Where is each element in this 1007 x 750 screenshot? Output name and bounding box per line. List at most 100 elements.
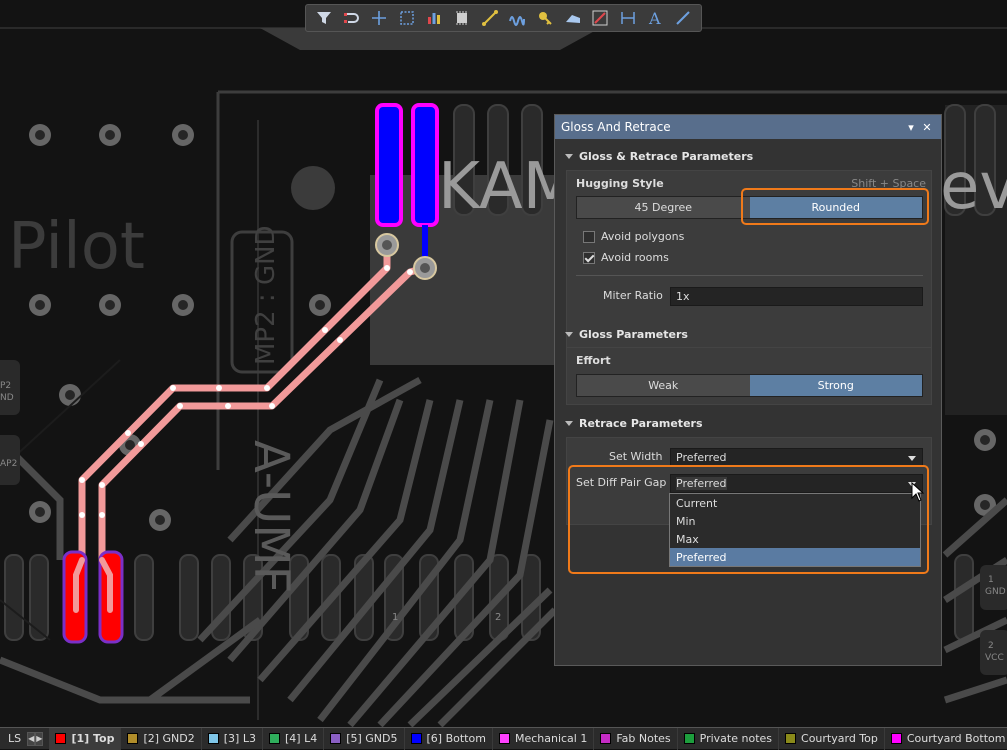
layer-color-swatch: [55, 733, 67, 744]
layer-tab-label: [5] GND5: [346, 732, 398, 745]
mouse-cursor-icon: [911, 482, 925, 502]
layer-tab-l4[interactable]: [4] L4: [263, 727, 325, 750]
dimension-icon[interactable]: [614, 6, 642, 30]
silkscreen-evo: ev: [940, 150, 1007, 224]
layer-tab-label: [3] L3: [223, 732, 256, 745]
pad-label-2: 2: [495, 612, 501, 623]
hugging-45-degree-button[interactable]: 45 Degree: [577, 197, 750, 218]
pin-dropdown-icon[interactable]: ▾: [903, 121, 919, 134]
section-gloss-header[interactable]: Gloss Parameters: [565, 328, 688, 341]
collapse-triangle-icon: [565, 421, 573, 426]
effort-strong-button[interactable]: Strong: [749, 375, 922, 396]
set-diff-pair-gap-label: Set Diff Pair Gap: [576, 476, 667, 489]
option-preferred[interactable]: Preferred: [670, 548, 920, 566]
component-icon[interactable]: [448, 6, 476, 30]
set-diff-pair-gap-value: Preferred: [676, 477, 727, 490]
dropdown-arrow-icon: [908, 456, 916, 461]
label-right-vcc: VCC: [985, 653, 1004, 663]
section-retrace-header[interactable]: Retrace Parameters: [565, 417, 703, 430]
layer-color-swatch: [410, 733, 422, 744]
option-min[interactable]: Min: [670, 512, 920, 530]
layer-tab-mechanical-1[interactable]: Mechanical 1: [493, 727, 595, 750]
avoid-polygons-checkbox[interactable]: Avoid polygons: [583, 230, 684, 243]
layer-next-icon[interactable]: ▶: [35, 731, 44, 746]
miter-ratio-value: 1x: [676, 290, 690, 303]
text-icon[interactable]: A: [642, 6, 670, 30]
interactive-routing-icon[interactable]: [338, 6, 366, 30]
silkscreen-pilot: Pilot: [8, 210, 145, 284]
panel-title: Gloss And Retrace: [561, 120, 671, 134]
label-right-gnd: GND: [985, 587, 1006, 597]
layer-tab-label: [2] GND2: [143, 732, 195, 745]
layer-tabs-bar: LS ◀ ▶ [1] Top [2] GND2 [3] L3 [4] L4 [5…: [0, 727, 1007, 750]
silkscreen-mp2-gnd: MP2 : GND: [251, 225, 281, 365]
diff-pair-pad-top-left[interactable]: [375, 103, 403, 227]
section-retrace-title: Retrace Parameters: [579, 417, 703, 430]
miter-ratio-input[interactable]: 1x: [670, 287, 923, 306]
layer-color-swatch: [785, 733, 797, 744]
section-gloss-title: Gloss Parameters: [579, 328, 688, 341]
effort-toggle: Weak Strong: [576, 374, 923, 397]
layer-tab-courtyard-top[interactable]: Courtyard Top: [779, 727, 885, 750]
label-p2: P2: [0, 381, 11, 391]
layer-tab-label: Courtyard Bottom: [906, 732, 1006, 745]
section-gloss-retrace-header[interactable]: Gloss & Retrace Parameters: [565, 150, 753, 163]
set-width-label: Set Width: [609, 450, 663, 463]
hugging-style-label: Hugging Style: [576, 177, 664, 190]
bar-chart-icon[interactable]: [421, 6, 449, 30]
layer-tab-label: [6] Bottom: [426, 732, 486, 745]
diff-pair-pad-top-right[interactable]: [411, 103, 439, 227]
diff-pair-gap-options-list: Current Min Max Preferred: [669, 493, 921, 567]
hugging-rounded-button[interactable]: Rounded: [749, 197, 922, 218]
hugging-style-toggle: 45 Degree Rounded: [576, 196, 923, 219]
miter-ratio-label: Miter Ratio: [603, 289, 663, 302]
option-current[interactable]: Current: [670, 494, 920, 512]
layer-tab-gnd5[interactable]: [5] GND5: [324, 727, 405, 750]
polygon-icon[interactable]: [559, 6, 587, 30]
effort-weak-button[interactable]: Weak: [577, 375, 750, 396]
layer-prev-icon[interactable]: ◀: [27, 731, 36, 746]
layer-tab-private-notes[interactable]: Private notes: [678, 727, 780, 750]
set-diff-pair-gap-dropdown[interactable]: Preferred: [670, 474, 923, 493]
layer-tab-l3[interactable]: [3] L3: [202, 727, 263, 750]
close-icon[interactable]: ✕: [919, 121, 935, 134]
length-tuning-icon[interactable]: [503, 6, 531, 30]
layer-tab-label: [1] Top: [71, 732, 115, 745]
graphic-edit-icon[interactable]: [586, 6, 614, 30]
layer-tab-label: Fab Notes: [616, 732, 671, 745]
layer-tab-courtyard-bottom[interactable]: Courtyard Bottom: [885, 728, 1007, 750]
layer-color-swatch: [600, 733, 612, 744]
label-right-2: 2: [988, 641, 994, 651]
layer-tab-gnd2[interactable]: [2] GND2: [121, 727, 202, 750]
layer-tab-fab-notes[interactable]: Fab Notes: [594, 727, 678, 750]
layer-tab-bottom[interactable]: [6] Bottom: [405, 727, 493, 750]
section-gloss-retrace-title: Gloss & Retrace Parameters: [579, 150, 754, 163]
line-icon[interactable]: [669, 6, 697, 30]
route-icon[interactable]: [476, 6, 504, 30]
label-ap2: AP2: [0, 459, 17, 469]
avoid-polygons-box: [583, 230, 595, 243]
label-nd: ND: [0, 393, 14, 403]
avoid-rooms-checkbox[interactable]: Avoid rooms: [583, 251, 669, 264]
panel-titlebar[interactable]: Gloss And Retrace ▾ ✕: [555, 115, 941, 139]
select-rectangle-icon[interactable]: [393, 6, 421, 30]
layer-tab-label: [4] L4: [284, 732, 318, 745]
silkscreen-vertical: A-UMF: [243, 440, 299, 593]
avoid-rooms-box: [583, 251, 595, 264]
layer-color-swatch: [207, 733, 219, 744]
layer-tab-label: Private notes: [699, 732, 773, 745]
avoid-polygons-label: Avoid polygons: [601, 230, 685, 243]
layer-color-swatch: [268, 733, 280, 744]
layer-tabs: [1] Top [2] GND2 [3] L3 [4] L4 [5] GND5 …: [49, 727, 1007, 750]
divider: [576, 275, 923, 276]
layer-set-label[interactable]: LS: [8, 732, 21, 745]
svg-text:A: A: [648, 9, 661, 27]
crosshair-icon[interactable]: [365, 6, 393, 30]
key-icon[interactable]: [531, 6, 559, 30]
collapse-triangle-icon: [565, 332, 573, 337]
filter-icon[interactable]: [310, 6, 338, 30]
layer-tab-top[interactable]: [1] Top: [49, 727, 122, 750]
option-max[interactable]: Max: [670, 530, 920, 548]
set-width-dropdown[interactable]: Preferred: [670, 448, 923, 467]
layer-color-swatch: [890, 733, 902, 744]
